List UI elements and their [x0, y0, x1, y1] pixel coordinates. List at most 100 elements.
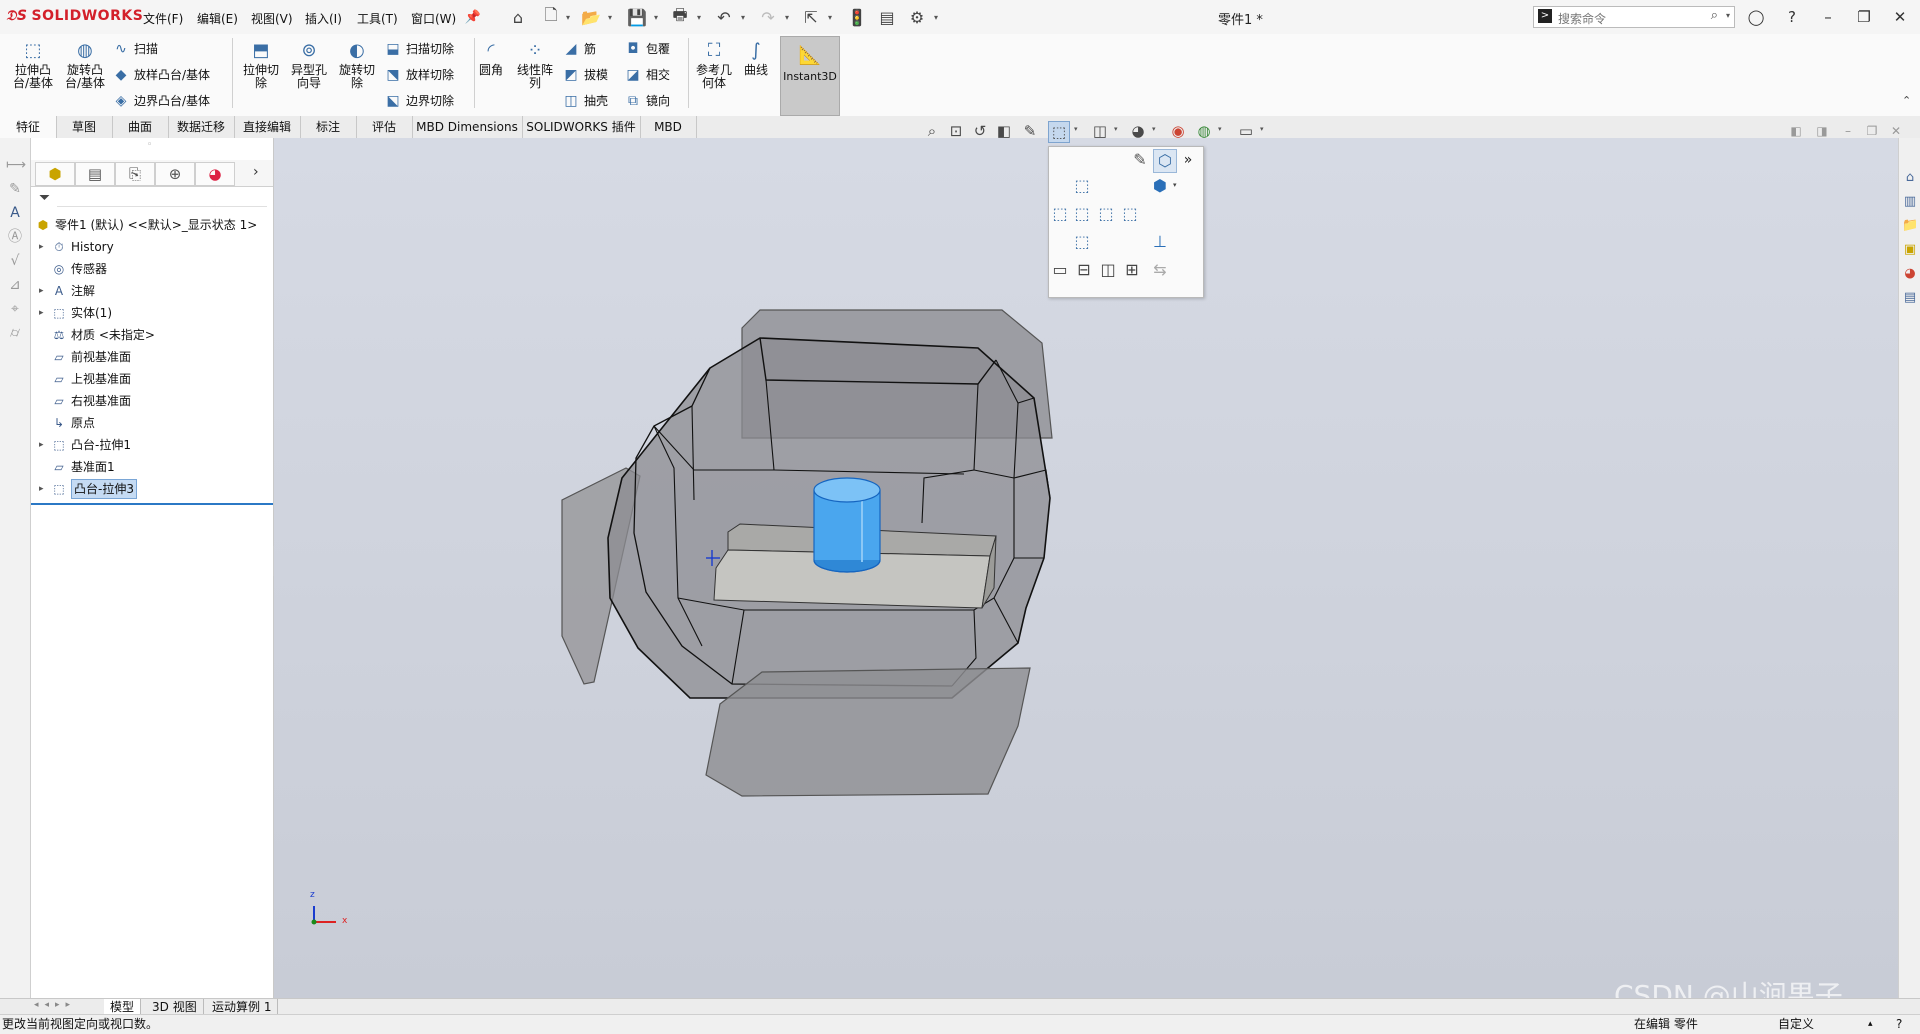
section-view-icon[interactable]: ◧ — [994, 121, 1014, 141]
revolve-boss-button[interactable]: ◍ 旋转凸 台/基体 — [60, 38, 110, 110]
sweep-button[interactable]: ∿ 扫描 — [112, 38, 158, 60]
annotation-text-icon[interactable]: A — [6, 204, 24, 222]
hole-wizard-button[interactable]: ⊚ 异型孔 向导 — [284, 38, 334, 110]
right-view-icon[interactable]: ⬚ — [1095, 203, 1117, 225]
open-folder-icon[interactable]: 📂 — [580, 6, 602, 28]
solidworks-logo[interactable]: 𝔇S SOLIDWORKS — [6, 8, 143, 24]
display-style-dropdown-icon[interactable]: ▾ — [1114, 125, 1118, 133]
print-icon[interactable]: 🖶 — [669, 5, 691, 28]
isometric-view-icon[interactable]: ⬢ — [1149, 175, 1171, 197]
open-dropdown-icon[interactable]: ▾ — [605, 6, 615, 28]
display-manager-tab-icon[interactable]: ◕ — [195, 162, 235, 186]
tree-item[interactable]: ◎ 传感器 — [31, 258, 273, 280]
tab-motion-study[interactable]: 运动算例 1 — [206, 999, 279, 1015]
expand-arrow-icon[interactable]: ▸ — [39, 434, 49, 456]
search-dropdown-icon[interactable]: ▾ — [1726, 11, 1730, 20]
mirror-button[interactable]: ⧉ 镜向 — [624, 90, 670, 112]
save-dropdown-icon[interactable]: ▾ — [651, 6, 661, 28]
two-view-vertical-icon[interactable]: ◫ — [1097, 259, 1119, 281]
apply-scene-icon[interactable]: ◍ — [1194, 121, 1214, 141]
extrude-boss-button[interactable]: ⬚ 拉伸凸 台/基体 — [8, 38, 58, 110]
intersect-button[interactable]: ◪ 相交 — [624, 64, 670, 86]
geometric-tolerance-icon[interactable]: ⌭ — [6, 324, 24, 342]
boundary-cut-button[interactable]: ⬕ 边界切除 — [384, 90, 454, 112]
datum-icon[interactable]: ⌖ — [6, 300, 24, 318]
options-gear-icon[interactable]: ⚙ — [906, 6, 928, 28]
bottom-view-icon[interactable]: ⬚ — [1071, 231, 1093, 253]
reference-geometry-button[interactable]: ⛶ 参考几 何体 — [690, 38, 738, 110]
select-arrow-icon[interactable]: ⇱ — [800, 6, 822, 28]
collapse-ribbon-icon[interactable]: ⌃ — [1902, 94, 1911, 107]
save-icon[interactable]: 💾 — [626, 6, 648, 28]
tab-mbd-dimensions[interactable]: MBD Dimensions — [412, 116, 523, 138]
tree-item[interactable]: ▸ ⬚ 实体(1) — [31, 302, 273, 324]
view-settings-monitor-icon[interactable]: ▭ — [1236, 121, 1256, 141]
view-settings-dropdown-icon[interactable]: ▾ — [1260, 125, 1264, 133]
revolve-cut-button[interactable]: ◐ 旋转切 除 — [332, 38, 382, 110]
boundary-boss-button[interactable]: ◈ 边界凸台/基体 — [112, 90, 210, 112]
tree-item[interactable]: ↳ 原点 — [31, 412, 273, 434]
file-properties-icon[interactable]: ▤ — [876, 6, 898, 28]
expand-arrow-icon[interactable]: ▸ — [39, 236, 49, 258]
tree-item[interactable]: ▸ ⬚ 凸台-拉伸3 — [31, 478, 273, 500]
smart-dimension-icon[interactable]: ⟼ — [6, 156, 26, 174]
menu-insert[interactable]: 插入(I) — [305, 10, 342, 27]
back-view-icon[interactable]: ⬚ — [1119, 203, 1141, 225]
view-orientation-icon[interactable]: ⬚ — [1048, 121, 1070, 143]
tab-surfaces[interactable]: 曲面 — [112, 116, 169, 138]
tab-sketch[interactable]: 草图 — [56, 116, 113, 138]
dimxpert-manager-tab-icon[interactable]: ⊕ — [155, 162, 195, 186]
undo-dropdown-icon[interactable]: ▾ — [738, 6, 748, 28]
hide-show-dropdown-icon[interactable]: ▾ — [1152, 125, 1156, 133]
loft-cut-button[interactable]: ⬔ 放样切除 — [384, 64, 454, 86]
fillet-button[interactable]: ◜ 圆角 — [468, 38, 514, 110]
select-dropdown-icon[interactable]: ▾ — [825, 6, 835, 28]
menu-file[interactable]: 文件(F) — [143, 10, 183, 27]
viewport-minimize-icon[interactable]: – — [1838, 121, 1858, 141]
normal-to-icon[interactable]: ⊥ — [1149, 231, 1171, 253]
top-view-icon[interactable]: ⬚ — [1071, 175, 1093, 197]
tab-solidworks-addins[interactable]: SOLIDWORKS 插件 — [522, 116, 641, 138]
pin-icon[interactable]: 📌 — [462, 6, 484, 28]
tree-item[interactable]: ⚖ 材质 <未指定> — [31, 324, 273, 346]
single-view-icon[interactable]: ▭ — [1049, 259, 1071, 281]
menu-edit[interactable]: 编辑(E) — [197, 10, 238, 27]
tree-item[interactable]: ▸ ⬚ 凸台-拉伸1 — [31, 434, 273, 456]
linear-pattern-button[interactable]: ⁘ 线性阵 列 — [512, 38, 558, 110]
surface-finish-icon[interactable]: √ — [6, 252, 24, 270]
curves-button[interactable]: ∫ 曲线 — [734, 38, 778, 110]
design-library-icon[interactable]: ▥ — [1902, 194, 1918, 210]
viewport-tile-left-icon[interactable]: ◧ — [1786, 121, 1806, 141]
rebuild-icon[interactable]: 🚦 — [846, 6, 868, 28]
apply-scene-dropdown-icon[interactable]: ▾ — [1218, 125, 1222, 133]
tab-markup[interactable]: 标注 — [300, 116, 357, 138]
tree-filter-input[interactable] — [57, 188, 267, 207]
tab-scroll-arrows-icon[interactable]: ◂◂▸▸ — [34, 1000, 98, 1014]
menu-tools[interactable]: 工具(T) — [357, 10, 398, 27]
shell-button[interactable]: ◫ 抽壳 — [562, 90, 608, 112]
more-tabs-chevron-icon[interactable]: › — [253, 164, 259, 180]
redo-dropdown-icon[interactable]: ▾ — [782, 6, 792, 28]
minimize-button[interactable]: – — [1814, 6, 1842, 28]
display-style-icon[interactable]: ◫ — [1090, 121, 1110, 141]
tree-item[interactable]: ▱ 基准面1 — [31, 456, 273, 478]
new-dropdown-icon[interactable]: ▾ — [563, 6, 573, 28]
edit-appearance-icon[interactable]: ◉ — [1168, 121, 1188, 141]
tree-item[interactable]: ▱ 右视基准面 — [31, 390, 273, 412]
isometric-dropdown-icon[interactable]: ▾ — [1173, 181, 1177, 189]
appearances-scenes-icon[interactable]: ◕ — [1902, 266, 1918, 282]
weld-symbol-icon[interactable]: ⊿ — [6, 276, 24, 294]
tab-features[interactable]: 特征 — [0, 116, 57, 138]
four-view-icon[interactable]: ⊞ — [1121, 259, 1143, 281]
tree-item[interactable]: ▱ 上视基准面 — [31, 368, 273, 390]
draft-button[interactable]: ◩ 拔模 — [562, 64, 608, 86]
left-view-icon[interactable]: ⬚ — [1049, 203, 1071, 225]
viewport-tile-right-icon[interactable]: ◨ — [1812, 121, 1832, 141]
view-selector-icon[interactable]: ✎ — [1129, 149, 1151, 171]
balloon-icon[interactable]: Ⓐ — [6, 228, 24, 246]
tree-root-part[interactable]: ⬢ 零件1 (默认) <<默认>_显示状态 1> — [31, 214, 273, 236]
expand-arrow-icon[interactable]: ▸ — [39, 280, 49, 302]
view-palette-icon[interactable]: ▣ — [1902, 242, 1918, 258]
view-orientation-dropdown-icon[interactable]: ▾ — [1074, 125, 1078, 133]
tree-item[interactable]: ▱ 前视基准面 — [31, 346, 273, 368]
